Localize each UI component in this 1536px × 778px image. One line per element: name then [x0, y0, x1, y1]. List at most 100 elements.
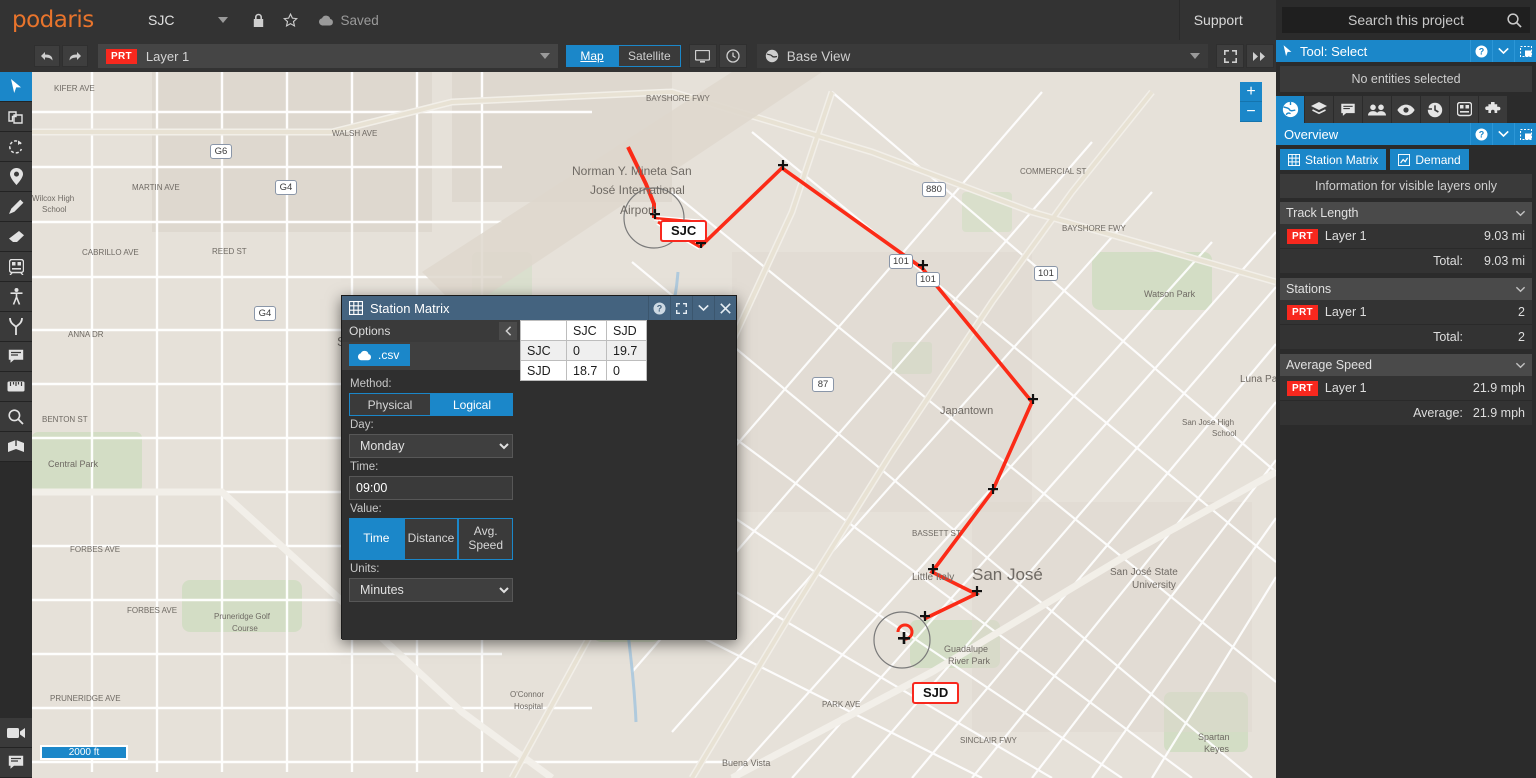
- lock-icon[interactable]: [252, 13, 265, 28]
- dialog-title-bar[interactable]: Station Matrix ?: [342, 296, 736, 320]
- units-select[interactable]: Minutes: [349, 578, 513, 602]
- redo-button[interactable]: [62, 45, 88, 67]
- fullscreen-icon[interactable]: [1216, 44, 1244, 68]
- chevron-down-icon[interactable]: [1515, 210, 1526, 217]
- tab-history[interactable]: [1421, 96, 1450, 123]
- day-select[interactable]: Monday: [349, 434, 513, 458]
- section-header[interactable]: Track Length: [1280, 202, 1532, 224]
- value-distance-option[interactable]: Distance: [403, 518, 459, 560]
- basemap-satellite-option[interactable]: Satellite: [618, 45, 681, 67]
- station-matrix-dialog[interactable]: Station Matrix ? Options .csv Method: Ph…: [341, 295, 737, 640]
- time-icon[interactable]: [718, 44, 747, 68]
- rotate-tool[interactable]: [0, 132, 32, 162]
- section-track-length: Track Length PRT Layer 1 9.03 mi Total: …: [1280, 202, 1532, 273]
- section-row[interactable]: PRT Layer 1 21.9 mph: [1280, 376, 1532, 401]
- station-marker-sjc[interactable]: SJC: [660, 220, 708, 243]
- section-header[interactable]: Stations: [1280, 278, 1532, 300]
- undo-button[interactable]: [34, 45, 60, 67]
- base-view-chevron-down-icon: [1190, 53, 1200, 59]
- overview-help-icon[interactable]: ?: [1470, 123, 1492, 145]
- collapse-right-icon[interactable]: [1246, 44, 1274, 68]
- select-tool[interactable]: [0, 72, 32, 102]
- method-logical-option[interactable]: Logical: [431, 393, 513, 416]
- screen-icon[interactable]: [688, 44, 717, 68]
- chevron-down-icon[interactable]: [1515, 286, 1526, 293]
- matrix-header-row: SJC SJD: [520, 320, 647, 341]
- section-row[interactable]: PRT Layer 1 9.03 mi: [1280, 224, 1532, 249]
- value-time-option[interactable]: Time: [349, 518, 404, 560]
- tool-help-icon[interactable]: ?: [1470, 40, 1492, 62]
- zoom-controls[interactable]: + −: [1240, 82, 1262, 122]
- value-toggle[interactable]: Time Distance Avg. Speed: [349, 518, 514, 560]
- expand-icon[interactable]: [670, 296, 692, 320]
- accessibility-tool[interactable]: [0, 282, 32, 312]
- tab-layers[interactable]: [1305, 96, 1334, 123]
- help-icon[interactable]: ?: [648, 296, 670, 320]
- dialog-actions: ?: [648, 296, 736, 320]
- overview-chevron-down-icon[interactable]: [1492, 123, 1514, 145]
- close-icon[interactable]: [714, 296, 736, 320]
- sub-bar: PRT Layer 1 Map Satellite Base View: [0, 40, 1276, 72]
- podaris-logo[interactable]: podaris: [0, 7, 130, 33]
- tab-transit[interactable]: [1450, 96, 1479, 123]
- section-header[interactable]: Average Speed: [1280, 354, 1532, 376]
- search-tool[interactable]: [0, 402, 32, 432]
- panel-tabs: [1276, 96, 1536, 123]
- demand-button[interactable]: Demand: [1390, 149, 1469, 170]
- chevron-left-icon[interactable]: [499, 322, 517, 340]
- download-csv-button[interactable]: .csv: [349, 344, 411, 366]
- row-value: 21.9 mph: [1472, 381, 1525, 395]
- zoom-in-button[interactable]: +: [1240, 82, 1262, 102]
- row-badge: PRT: [1287, 228, 1318, 244]
- tab-plugins[interactable]: [1479, 96, 1508, 123]
- station-matrix-table[interactable]: SJC SJD SJC 0 19.7 SJD 18.7 0: [520, 320, 647, 381]
- station-matrix-button-label: Station Matrix: [1305, 152, 1379, 167]
- transit-tool[interactable]: [0, 252, 32, 282]
- search-icon[interactable]: [1507, 12, 1522, 28]
- draw-tool[interactable]: [0, 192, 32, 222]
- tab-globe[interactable]: [1276, 96, 1305, 123]
- tab-visibility[interactable]: [1392, 96, 1421, 123]
- project-name[interactable]: SJC: [148, 12, 174, 28]
- basemap-toggle[interactable]: Map Satellite: [566, 45, 681, 67]
- overview-popout-icon[interactable]: [1514, 123, 1536, 145]
- star-icon[interactable]: [283, 12, 299, 28]
- time-input[interactable]: [349, 476, 513, 500]
- tab-comments[interactable]: [1334, 96, 1363, 123]
- method-physical-option[interactable]: Physical: [349, 393, 431, 416]
- overview-panel-header: Overview ?: [1276, 123, 1536, 145]
- total-label: Average:: [1413, 406, 1463, 420]
- chart-icon: [1398, 153, 1411, 166]
- base-view-selector[interactable]: Base View: [756, 44, 1208, 68]
- search-input-wrapper[interactable]: Search this project: [1282, 7, 1530, 33]
- matrix-col-header: SJC: [566, 320, 607, 341]
- project-chevron-down-icon[interactable]: [218, 17, 229, 23]
- duplicate-tool[interactable]: [0, 102, 32, 132]
- comment-tool[interactable]: [0, 342, 32, 372]
- junction-tool[interactable]: [0, 312, 32, 342]
- tab-people[interactable]: [1363, 96, 1392, 123]
- zoom-out-button[interactable]: −: [1240, 102, 1262, 122]
- layer-selector[interactable]: PRT Layer 1: [98, 44, 558, 68]
- section-total: Average: 21.9 mph: [1280, 401, 1532, 425]
- erase-tool[interactable]: [0, 222, 32, 252]
- chevron-down-icon[interactable]: [1515, 362, 1526, 369]
- video-tool[interactable]: [0, 718, 32, 748]
- dialog-chevron-down-icon[interactable]: [692, 296, 714, 320]
- feedback-tool[interactable]: [0, 748, 32, 778]
- basemap-map-option[interactable]: Map: [566, 45, 618, 67]
- station-marker-sjd[interactable]: SJD: [912, 682, 960, 705]
- csv-row: .csv: [342, 342, 520, 370]
- place-marker-tool[interactable]: [0, 162, 32, 192]
- measure-tool[interactable]: [0, 372, 32, 402]
- tool-chevron-down-icon[interactable]: [1492, 40, 1514, 62]
- time-label: Time:: [350, 461, 379, 473]
- matrix-col-header: SJD: [606, 320, 647, 341]
- method-toggle[interactable]: Physical Logical: [349, 393, 513, 416]
- catalog-tool[interactable]: [0, 432, 32, 462]
- section-row[interactable]: PRT Layer 1 2: [1280, 300, 1532, 325]
- station-matrix-button[interactable]: Station Matrix: [1280, 149, 1387, 170]
- value-avgspeed-option[interactable]: Avg. Speed: [458, 518, 514, 560]
- section-total: Total: 2: [1280, 325, 1532, 349]
- tool-popout-icon[interactable]: [1514, 40, 1536, 62]
